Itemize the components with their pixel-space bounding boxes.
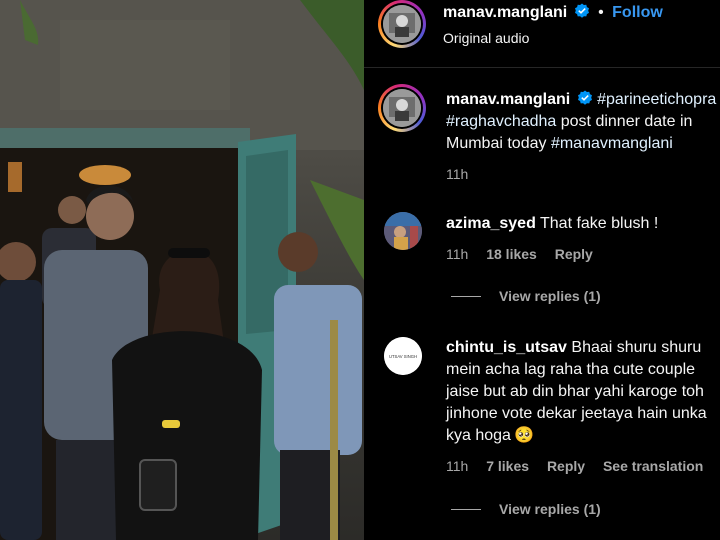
caption-username[interactable]: manav.manglani xyxy=(446,91,570,108)
audio-label[interactable]: Original audio xyxy=(443,30,529,46)
author-avatar-image xyxy=(383,5,421,43)
view-replies-button[interactable]: View replies (1) xyxy=(499,288,601,304)
hashtag-link[interactable]: #raghavchadha xyxy=(446,113,556,130)
comment-body-line: jinhone vote dekar jeetaya hain unka xyxy=(446,405,707,422)
view-replies-row[interactable]: View replies (1) xyxy=(451,288,601,306)
comment-text: chintu_is_utsav Bhaai shuru shuru mein a… xyxy=(446,337,720,447)
reply-button[interactable]: Reply xyxy=(547,458,585,474)
caption-line: Mumbai today xyxy=(446,135,551,152)
view-replies-row[interactable]: View replies (1) xyxy=(451,501,601,519)
separator-dot: • xyxy=(598,4,604,21)
view-replies-line xyxy=(451,509,481,511)
comment-time: 11h xyxy=(446,458,469,474)
caption-line: post dinner date in xyxy=(556,113,693,130)
comment-meta: 11h 7 likes Reply See translation xyxy=(446,458,703,474)
photo-illustration xyxy=(0,0,364,540)
verified-badge-icon xyxy=(577,90,592,105)
reply-button[interactable]: Reply xyxy=(555,246,593,262)
commenter-avatar-image xyxy=(384,212,422,250)
comment-body-line: kya hoga xyxy=(446,427,511,444)
hashtag-link[interactable]: #manavmanglani xyxy=(551,135,673,152)
comment-body-line: Bhaai shuru shuru xyxy=(571,339,702,356)
comments-panel: manav.manglani • Follow Original audio m… xyxy=(364,0,720,540)
view-replies-button[interactable]: View replies (1) xyxy=(499,501,601,517)
see-translation-button[interactable]: See translation xyxy=(603,458,703,474)
comment-username[interactable]: azima_syed xyxy=(446,215,536,232)
author-avatar[interactable] xyxy=(378,0,426,48)
pleading-face-emoji: 🥺 xyxy=(513,427,534,444)
caption-time: 11h xyxy=(446,166,469,182)
comment-time: 11h xyxy=(446,246,469,262)
commenter-avatar-image: UTSAV SINGH xyxy=(384,337,422,375)
comment-body-line: jaise but ab din bhar yahi karoge toh xyxy=(446,383,704,400)
comment-text: azima_syed That fake blush ! xyxy=(446,213,658,235)
comment-meta: 11h 18 likes Reply xyxy=(446,246,593,262)
comment-username[interactable]: chintu_is_utsav xyxy=(446,339,567,356)
follow-button[interactable]: Follow xyxy=(612,4,663,21)
post-photo[interactable] xyxy=(0,0,364,540)
view-replies-line xyxy=(451,296,481,298)
comment-likes[interactable]: 18 likes xyxy=(486,246,537,262)
caption-avatar-image xyxy=(383,89,421,127)
comment-likes[interactable]: 7 likes xyxy=(486,458,529,474)
verified-badge-icon xyxy=(574,3,589,18)
comment-body: That fake blush ! xyxy=(540,215,659,232)
commenter-avatar[interactable] xyxy=(384,212,422,250)
author-username[interactable]: manav.manglani xyxy=(443,4,567,21)
avatar-logo-text: UTSAV SINGH xyxy=(389,354,417,359)
post-header: manav.manglani • Follow Original audio xyxy=(364,0,720,68)
comment-body-line: mein acha lag raha tha cute couple xyxy=(446,361,696,378)
commenter-avatar[interactable]: UTSAV SINGH xyxy=(384,337,422,375)
caption-avatar[interactable] xyxy=(378,84,426,132)
hashtag-link[interactable]: #parineetichopra xyxy=(597,91,716,108)
caption-text: manav.manglani #parineetichopra #raghavc… xyxy=(446,89,720,155)
